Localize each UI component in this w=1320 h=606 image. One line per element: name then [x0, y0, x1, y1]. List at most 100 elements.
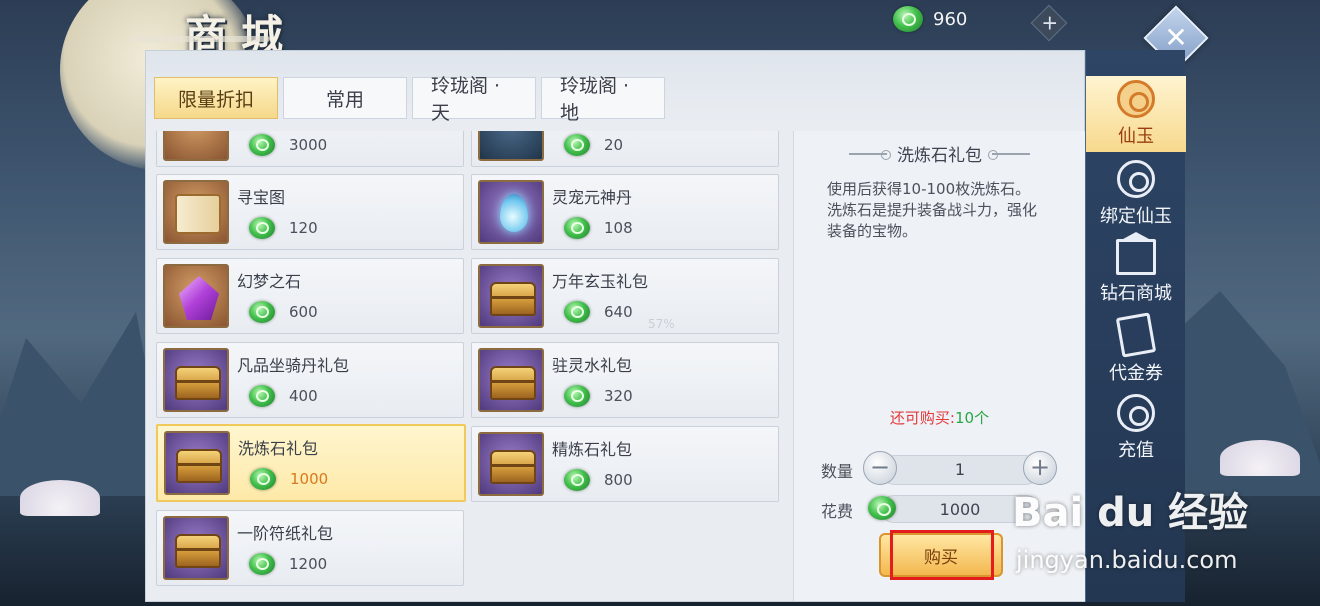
- jade-currency-icon: [249, 134, 275, 156]
- jade-currency-icon: [249, 553, 275, 575]
- jade-currency-icon: [564, 469, 590, 491]
- sidebar-item-bound-jade[interactable]: 绑定仙玉: [1086, 156, 1186, 232]
- tab-limited-discount[interactable]: 限量折扣: [154, 77, 278, 119]
- sidebar-item-diamond-store[interactable]: 钻石商城: [1086, 234, 1186, 310]
- treasure-chest-icon: [163, 516, 229, 580]
- item-card[interactable]: 寻宝图 120: [156, 174, 464, 250]
- treasure-chest-icon: [478, 348, 544, 412]
- price-row: 640: [564, 301, 633, 323]
- price-row: 1200: [249, 553, 327, 575]
- item-name: 幻梦之石: [237, 272, 302, 291]
- jade-currency-icon: [564, 385, 590, 407]
- detail-title-row: 洗炼石礼包: [794, 141, 1085, 166]
- sidebar-item-label: 代金券: [1109, 363, 1163, 384]
- price-row: 20: [564, 134, 623, 156]
- currency-value: 960: [933, 8, 968, 30]
- jade-currency-icon: [564, 217, 590, 239]
- price-row: 400: [249, 385, 318, 407]
- price-row: 1000: [250, 468, 328, 490]
- item-name: 驻灵水礼包: [552, 356, 633, 375]
- item-card[interactable]: 幻梦之石 600: [156, 258, 464, 334]
- progress-overlay: 57%: [648, 317, 675, 331]
- treasure-chest-icon: [478, 432, 544, 496]
- item-price: 120: [289, 219, 318, 237]
- jade-currency-icon: [564, 301, 590, 323]
- item-price: 20: [604, 136, 624, 154]
- quantity-value: 1: [954, 460, 966, 479]
- item-price: 640: [604, 303, 633, 321]
- baidu-watermark: Bai du 经验: [1012, 490, 1249, 536]
- sidebar-item-label: 充值: [1118, 440, 1154, 461]
- buy-button-highlight: [890, 530, 994, 580]
- recharge-icon: [1117, 394, 1155, 432]
- jade-currency-icon: [564, 134, 590, 156]
- item-price: 320: [604, 387, 633, 405]
- sidebar-item-label: 绑定仙玉: [1100, 206, 1172, 227]
- remaining-purchases: 还可购买:10个: [794, 407, 1085, 428]
- sidebar-item-voucher[interactable]: 代金券: [1086, 312, 1186, 388]
- remaining-count: 10个: [954, 409, 990, 427]
- item-card-selected[interactable]: 洗炼石礼包 1000: [156, 424, 466, 502]
- item-name: 万年玄玉礼包: [552, 272, 649, 291]
- item-grid[interactable]: 3000 20 寻宝图 120 灵宠元神丹 108 幻梦之石 600 万年玄玉礼…: [156, 131, 781, 601]
- item-price: 108: [604, 219, 633, 237]
- jade-currency-icon: [249, 301, 275, 323]
- item-name: 洗炼石礼包: [238, 439, 319, 458]
- sidebar-item-recharge[interactable]: 充值: [1086, 390, 1186, 466]
- add-currency-button[interactable]: +: [1030, 4, 1068, 42]
- jade-currency-icon: [249, 385, 275, 407]
- item-card[interactable]: 20: [471, 131, 779, 167]
- quantity-decrease-button[interactable]: −: [863, 451, 897, 485]
- price-row: 800: [564, 469, 633, 491]
- plus-icon: +: [1041, 10, 1059, 35]
- item-card[interactable]: 精炼石礼包 800: [471, 426, 779, 502]
- jade-currency-icon: [893, 6, 923, 32]
- sidebar-item-label: 仙玉: [1118, 126, 1154, 147]
- item-card[interactable]: 凡品坐骑丹礼包 400: [156, 342, 464, 418]
- spirit-orb-icon: [478, 180, 544, 244]
- tab-linglong-di[interactable]: 玲珑阁 · 地: [541, 75, 665, 124]
- ornament-right-icon: [988, 149, 1030, 160]
- jade-currency-icon: [868, 496, 896, 520]
- bound-jade-icon: [1117, 160, 1155, 198]
- store-icon: [1116, 239, 1156, 275]
- detail-title: 洗炼石礼包: [897, 146, 982, 166]
- green-gem-icon: [478, 131, 544, 161]
- box-icon: [163, 131, 229, 161]
- item-name: 灵宠元神丹: [552, 188, 633, 207]
- item-card[interactable]: 万年玄玉礼包 640: [471, 258, 779, 334]
- item-name: 一阶符纸礼包: [237, 524, 334, 543]
- treasure-chest-icon: [164, 431, 230, 495]
- title-flourish: [130, 36, 270, 42]
- voucher-icon: [1115, 312, 1157, 358]
- sidebar-item-jade[interactable]: 仙玉: [1086, 76, 1186, 152]
- price-row: 120: [249, 217, 318, 239]
- item-price: 3000: [289, 136, 328, 154]
- treasure-chest-icon: [163, 348, 229, 412]
- item-card[interactable]: 驻灵水礼包 320: [471, 342, 779, 418]
- item-price: 1000: [290, 470, 329, 488]
- price-row: 108: [564, 217, 633, 239]
- item-name: 凡品坐骑丹礼包: [237, 356, 350, 375]
- shop-panel: 限量折扣 常用 玲珑阁 · 天 玲珑阁 · 地 3000 20 寻宝图 120 …: [145, 50, 1085, 602]
- currency-display: 960: [893, 6, 967, 32]
- baidu-watermark-url: jingyan.baidu.com: [1016, 546, 1238, 574]
- tab-common[interactable]: 常用: [283, 77, 407, 119]
- item-name: 精炼石礼包: [552, 440, 633, 459]
- item-name: 寻宝图: [237, 188, 286, 207]
- remaining-label: 还可购买:: [889, 409, 955, 427]
- price-row: 600: [249, 301, 318, 323]
- item-price: 1200: [289, 555, 328, 573]
- item-card[interactable]: 灵宠元神丹 108: [471, 174, 779, 250]
- item-card[interactable]: 3000: [156, 131, 464, 167]
- tab-linglong-tian[interactable]: 玲珑阁 · 天: [412, 75, 536, 124]
- jade-currency-icon: [249, 217, 275, 239]
- price-row: 3000: [249, 134, 327, 156]
- ornament-left-icon: [849, 149, 891, 160]
- price-row: 320: [564, 385, 633, 407]
- item-card[interactable]: 一阶符纸礼包 1200: [156, 510, 464, 586]
- lotus-right: [1220, 440, 1300, 476]
- jade-currency-icon: [250, 468, 276, 490]
- treasure-chest-icon: [478, 264, 544, 328]
- jade-emblem-icon: [1117, 80, 1155, 118]
